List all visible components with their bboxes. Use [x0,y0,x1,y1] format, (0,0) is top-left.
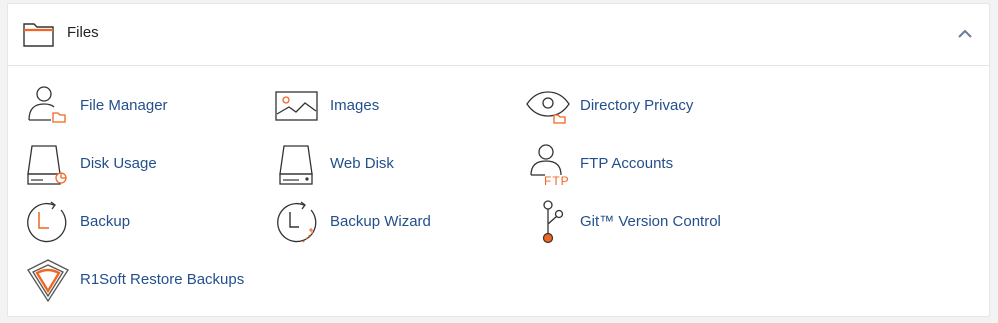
folder-icon [23,23,54,47]
chevron-up-icon[interactable] [957,28,973,40]
item-label: Web Disk [330,155,394,172]
user-folder-icon [28,86,66,123]
git-branch-icon [542,200,564,244]
clock-rotate-icon [27,201,67,243]
disk-usage-icon [27,145,67,185]
item-label: Directory Privacy [580,97,694,114]
item-label: Backup Wizard [330,213,431,230]
item-label: File Manager [80,97,168,114]
image-icon [275,91,318,121]
item-label: FTP Accounts [580,155,674,172]
item-label: R1Soft Restore Backups [80,271,245,288]
drive-icon [279,145,313,185]
r1soft-shield-icon [27,259,69,302]
section-title: Files [67,24,99,41]
panel-header[interactable]: Files [8,4,989,66]
eye-folder-icon [526,91,570,124]
item-label: Disk Usage [80,155,157,172]
item-label: Git™ Version Control [580,213,721,230]
clock-wand-icon [277,201,317,243]
item-label: Backup [80,213,131,230]
svg-text:FTP: FTP [544,174,570,186]
files-panel: Files File Manager Images Directory Priv… [7,3,990,317]
item-label: Images [330,97,380,114]
user-ftp-icon: FTP [530,144,570,186]
